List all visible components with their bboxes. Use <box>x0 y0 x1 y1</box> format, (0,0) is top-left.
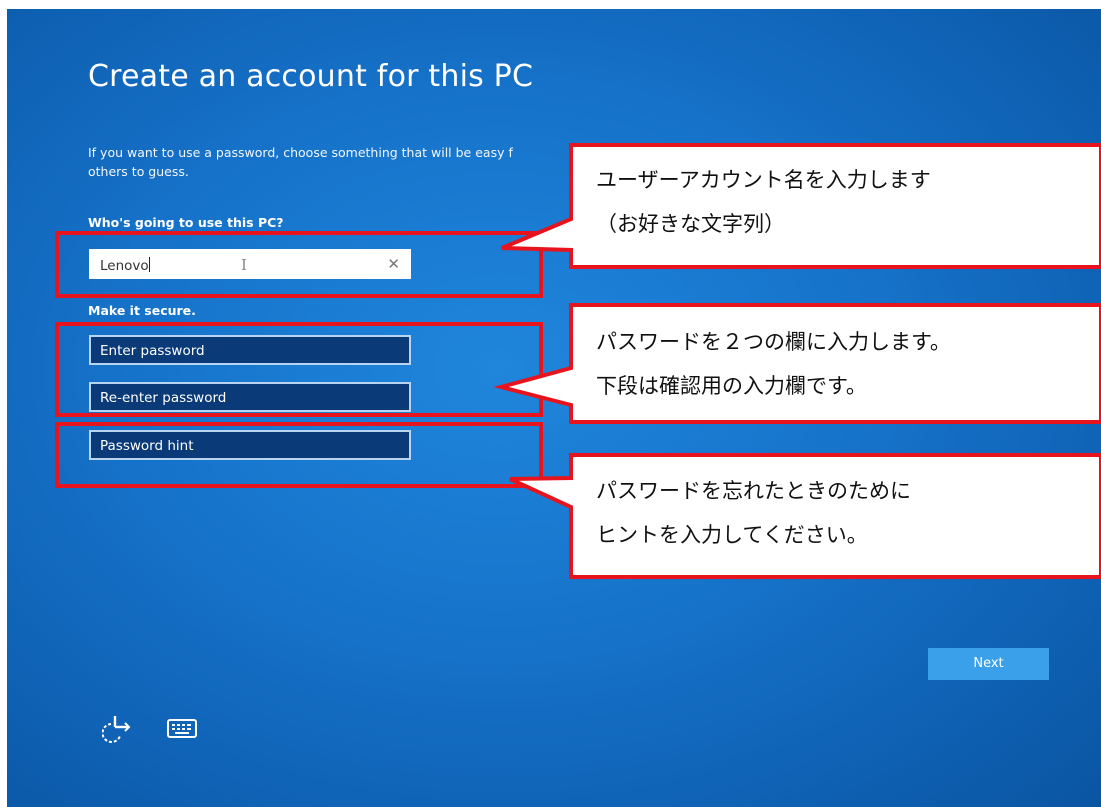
callout-password-text: パスワードを２つの欄に入力します。 下段は確認用の入力欄です。 <box>596 320 951 408</box>
callout-password-line-2: 下段は確認用の入力欄です。 <box>596 374 867 398</box>
callout-hint-line-1: パスワードを忘れたときのために <box>596 479 911 503</box>
callout-username-text: ユーザーアカウント名を入力します （お好きな文字列） <box>596 158 931 246</box>
callout-hint-line-2: ヒントを入力してください。 <box>596 523 868 547</box>
callout-password-line-1: パスワードを２つの欄に入力します。 <box>596 330 951 354</box>
callout-hint-text: パスワードを忘れたときのために ヒントを入力してください。 <box>596 469 911 557</box>
callout-username-line-2: （お好きな文字列） <box>596 212 785 236</box>
callout-username-line-1: ユーザーアカウント名を入力します <box>596 168 931 192</box>
